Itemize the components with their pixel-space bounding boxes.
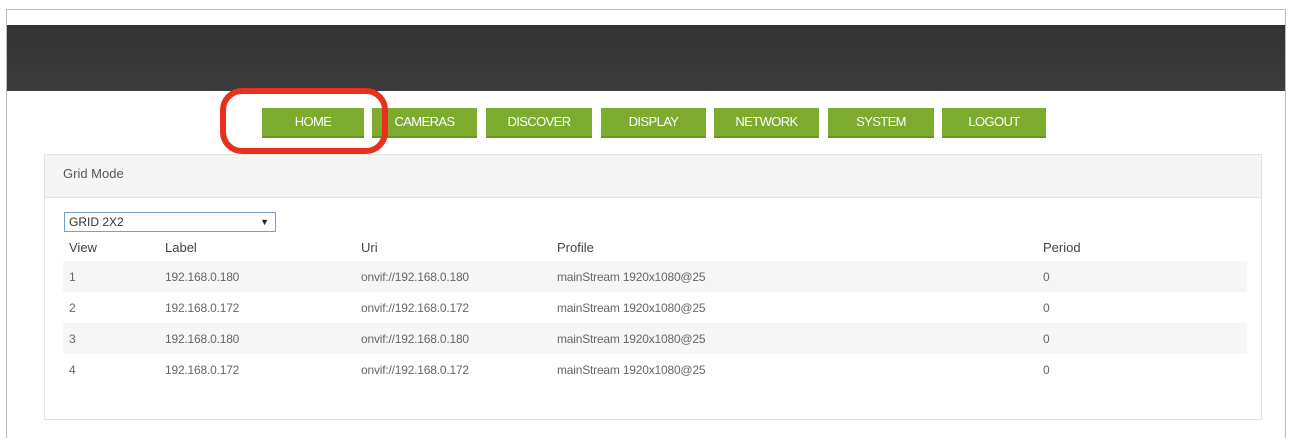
col-header-period: Period bbox=[1043, 239, 1081, 255]
cell-uri: onvif://192.168.0.180 bbox=[355, 261, 551, 292]
cell-profile: mainStream 1920x1080@25 bbox=[551, 323, 1037, 354]
panel-title: Grid Mode bbox=[45, 155, 1261, 198]
table-row[interactable]: 1 192.168.0.180 onvif://192.168.0.180 ma… bbox=[63, 261, 1247, 292]
nav-discover-button[interactable]: DISCOVER bbox=[486, 108, 592, 138]
main-nav: HOME CAMERAS DISCOVER DISPLAY NETWORK SY… bbox=[0, 108, 1289, 138]
cell-view: 4 bbox=[69, 362, 76, 377]
col-header-label: Label bbox=[165, 239, 197, 255]
nav-display-button[interactable]: DISPLAY bbox=[601, 108, 706, 138]
col-header-profile: Profile bbox=[557, 239, 594, 255]
chevron-down-icon: ▼ bbox=[260, 217, 269, 227]
col-header-uri: Uri bbox=[361, 239, 378, 255]
cell-view: 3 bbox=[63, 323, 159, 354]
cell-label: 192.168.0.180 bbox=[159, 323, 355, 354]
table-row[interactable]: 3 192.168.0.180 onvif://192.168.0.180 ma… bbox=[63, 323, 1247, 354]
cell-label: 192.168.0.172 bbox=[165, 362, 240, 377]
grid-mode-select[interactable]: GRID 2X2 ▼ bbox=[64, 212, 276, 232]
cell-period: 0 bbox=[1043, 300, 1050, 315]
grid-mode-select-value: GRID 2X2 bbox=[69, 215, 124, 229]
cell-uri: onvif://192.168.0.172 bbox=[361, 362, 469, 377]
header-bar bbox=[7, 25, 1285, 91]
col-header-view: View bbox=[69, 239, 97, 255]
cell-uri: onvif://192.168.0.172 bbox=[361, 300, 469, 315]
cell-profile: mainStream 1920x1080@25 bbox=[557, 362, 706, 377]
cell-view: 1 bbox=[63, 261, 159, 292]
cell-label: 192.168.0.180 bbox=[159, 261, 355, 292]
cell-period: 0 bbox=[1043, 362, 1050, 377]
views-table: View Label Uri Profile Period 1 192.168.… bbox=[63, 233, 1247, 385]
table-row[interactable]: 2 192.168.0.172 onvif://192.168.0.172 ma… bbox=[63, 292, 1247, 323]
nav-system-button[interactable]: SYSTEM bbox=[828, 108, 934, 138]
cell-period: 0 bbox=[1037, 323, 1247, 354]
table-row[interactable]: 4 192.168.0.172 onvif://192.168.0.172 ma… bbox=[63, 354, 1247, 385]
cell-period: 0 bbox=[1037, 261, 1247, 292]
cell-uri: onvif://192.168.0.180 bbox=[355, 323, 551, 354]
cell-label: 192.168.0.172 bbox=[165, 300, 240, 315]
grid-mode-panel: Grid Mode GRID 2X2 ▼ View Label Uri Prof… bbox=[44, 154, 1262, 420]
home-highlight-annotation bbox=[220, 88, 388, 154]
cell-profile: mainStream 1920x1080@25 bbox=[551, 261, 1037, 292]
nav-network-button[interactable]: NETWORK bbox=[714, 108, 819, 138]
nav-logout-button[interactable]: LOGOUT bbox=[942, 108, 1046, 138]
table-header-row: View Label Uri Profile Period bbox=[63, 233, 1247, 261]
cell-view: 2 bbox=[69, 300, 76, 315]
cell-profile: mainStream 1920x1080@25 bbox=[557, 300, 706, 315]
